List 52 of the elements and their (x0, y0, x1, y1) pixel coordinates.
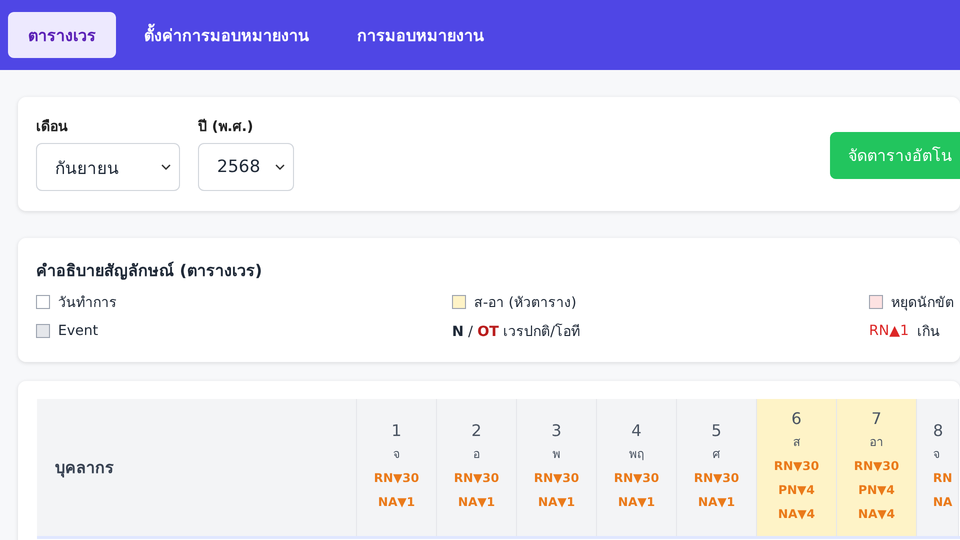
legend-label: ส-อา (หัวตาราง) (474, 294, 576, 313)
staff-count: RN▼30 (694, 470, 740, 484)
weekday: อ (473, 446, 480, 462)
year-select[interactable]: 2568 (198, 143, 294, 191)
staff-column-header: บุคลากร (37, 399, 357, 536)
day-number: 1 (391, 420, 402, 440)
weekday: จ (393, 446, 400, 462)
legend-label: N / OT เวรปกติ/โอที (452, 322, 580, 342)
day-number: 4 (631, 420, 642, 440)
legend-label: เกิน (916, 323, 940, 342)
nav-tab[interactable]: ตั้งค่าการมอบหมายงาน (124, 12, 329, 58)
legend-label: Event (58, 323, 98, 339)
weekday: ส (793, 434, 800, 450)
staff-count: PN▼4 (858, 482, 895, 496)
weekday: พ (552, 446, 560, 462)
day-number: 3 (551, 420, 562, 440)
caret-icon (275, 164, 285, 170)
legend-label: วันทำการ (58, 294, 117, 313)
staff-count: PN▼4 (778, 482, 815, 496)
month-select[interactable]: กันยายน (36, 143, 180, 191)
caret-icon (161, 164, 171, 170)
staff-count: RN▼30 (374, 470, 420, 484)
nav-tab[interactable]: การมอบหมายงาน (337, 12, 504, 58)
day-number: 2 (471, 420, 482, 440)
staff-count: RN▼30 (534, 470, 580, 484)
staff-count: RN▼30 (774, 458, 820, 472)
over-quota-code: RN▲1 (869, 323, 909, 339)
staff-count: NA (933, 494, 952, 508)
day-number: 6 (791, 408, 802, 428)
day-number: 5 (711, 420, 722, 440)
month-label: เดือน (36, 118, 69, 137)
staff-count: NA▼1 (618, 494, 655, 508)
staff-count: NA▼4 (778, 506, 815, 520)
day-number: 8 (933, 420, 944, 440)
legend-title: คำอธิบายสัญลักษณ์ (ตารางเวร) (36, 260, 264, 282)
staff-count: NA▼1 (538, 494, 575, 508)
year-label: ปี (พ.ศ.) (198, 118, 254, 137)
staff-count: NA▼1 (458, 494, 495, 508)
weekday: พฤ (629, 446, 644, 462)
legend-label: หยุดนักขัต (891, 294, 954, 313)
weekday: จ (933, 446, 940, 462)
weekday: ศ (712, 446, 720, 462)
staff-count: RN (933, 470, 952, 484)
staff-count: NA▼4 (858, 506, 895, 520)
day-number: 7 (871, 408, 882, 428)
staff-count: RN▼30 (614, 470, 660, 484)
weekday: อา (870, 434, 884, 450)
staff-count: NA▼1 (378, 494, 415, 508)
staff-count: NA▼1 (698, 494, 735, 508)
nav-tab[interactable]: ตารางเวร (8, 12, 116, 58)
staff-count: RN▼30 (454, 470, 500, 484)
staff-count: RN▼30 (854, 458, 900, 472)
